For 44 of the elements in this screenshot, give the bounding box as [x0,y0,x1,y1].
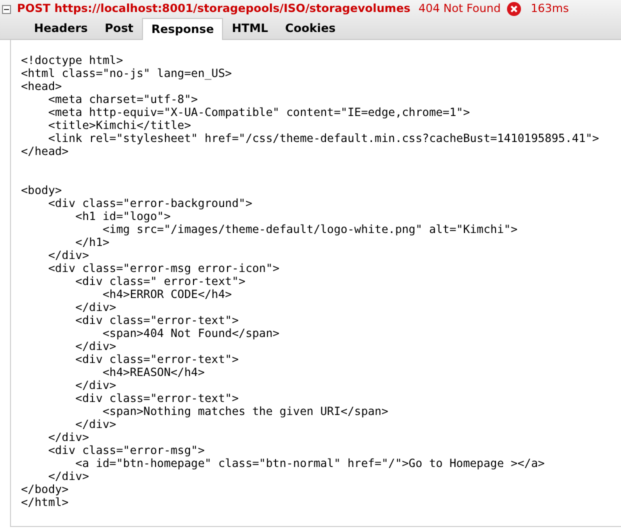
code-line: <h1 id="logo"> [74,210,172,223]
code-line: <div class="error-msg"> [47,444,206,457]
tab[interactable]: Post [96,19,142,39]
code-line: </div> [74,301,118,314]
code-line: <div class=" error-text"> [74,275,246,288]
code-line: </div> [74,379,118,392]
code-line: <div class="error-text"> [74,314,240,327]
code-line: </html> [21,496,70,509]
code-line: <head> [21,80,63,93]
code-line: <meta http-equiv="X-UA-Compatible" content="IE=edge,chrome=1"> [47,106,471,119]
response-time: 163ms [530,0,569,17]
code-line: <title>Kimchi</title> [47,119,192,132]
tab[interactable]: HTML [224,19,276,39]
collapse-icon[interactable] [2,4,11,14]
status-text: 404 Not Found [418,0,501,17]
code-line: <html class="no-js" lang=en_US> [21,67,233,80]
code-line: <link rel="stylesheet" href="/css/theme-default.min.css?cacheBust=1410195895.41"> [47,132,600,145]
code-line: </div> [74,418,118,431]
code-line: <span>Nothing matches the given URI</span> [102,405,390,418]
code-line: </div> [74,340,118,353]
tab[interactable]: Headers [26,19,96,39]
code-line: <body> [21,184,63,197]
code-line: </div> [47,470,90,483]
code-line: <div class="error-background"> [47,197,254,210]
code-line: <a id="btn-homepage" class="btn-normal" href="/">Go to Homepage ></a> [74,457,546,470]
error-icon [506,2,521,16]
code-line: <meta charset="utf-8"> [47,93,199,106]
code-line: <div class="error-msg error-icon"> [47,262,280,275]
tab[interactable]: Response [142,18,223,40]
code-line: </div> [47,431,90,444]
tab[interactable]: Cookies [277,19,344,39]
code-line: <img src="/images/theme-default/logo-white.png" alt="Kimchi"> [102,223,518,236]
code-line: </h1> [74,236,110,249]
code-line: <h4>REASON</h4> [102,366,206,379]
code-line: </div> [47,249,90,262]
code-line: </body> [21,483,70,496]
code-line: <!doctype html> [21,54,124,67]
code-line: <span>404 Not Found</span> [102,327,280,340]
code-line: <div class="error-text"> [74,353,240,366]
code-line: <div class="error-text"> [74,392,240,405]
code-line: <h4>ERROR CODE</h4> [102,288,233,301]
request-method: POST [17,0,50,17]
request-url: https://localhost:8001/storagepools/ISO/storagevolumes [54,0,410,17]
code-line: </head> [21,145,70,158]
